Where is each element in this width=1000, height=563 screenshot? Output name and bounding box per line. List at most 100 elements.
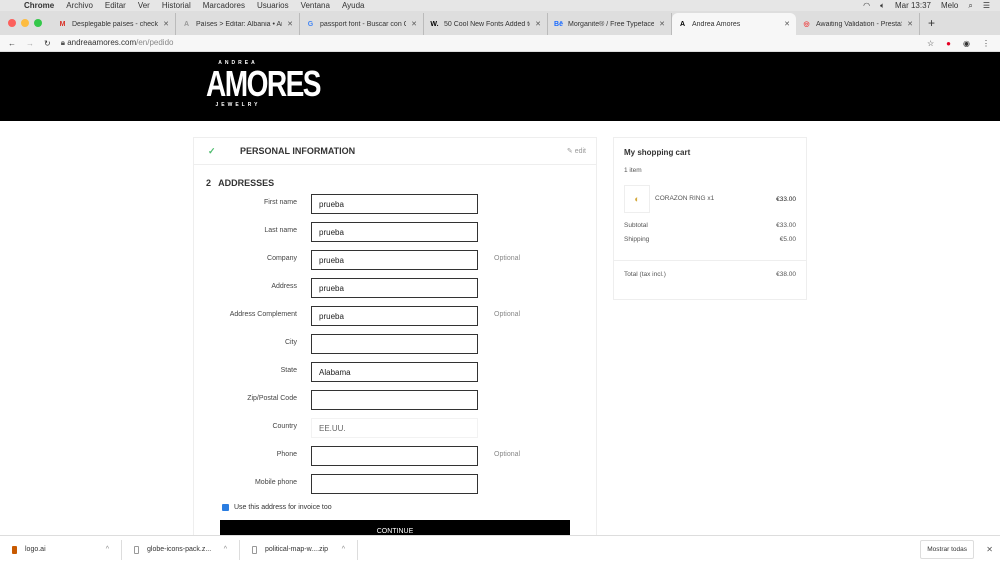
file-icon — [252, 545, 257, 554]
check-icon: ✓ — [208, 145, 216, 156]
company-input[interactable]: prueba — [311, 250, 478, 270]
browser-tab[interactable]: M Desplegable países - checkout ✕ — [52, 13, 176, 35]
close-tab-icon[interactable]: ✕ — [535, 20, 541, 28]
close-tab-icon[interactable]: ✕ — [907, 20, 913, 28]
downloads-bar: logo.ai ^ globe-icons-pack.z... ^ politica… — [0, 535, 1000, 563]
ring-thumbnail[interactable]: ◐ — [624, 185, 650, 213]
field-label: Company — [267, 255, 297, 262]
url-domain: andreaamores.com — [67, 38, 137, 47]
form-row: City — [194, 334, 598, 354]
addresses-title: 2 ADDRESSES — [206, 178, 275, 188]
browser-tab[interactable]: W. 50 Cool New Fonts Added to the ✕ — [424, 13, 548, 35]
close-tab-icon[interactable]: ✕ — [287, 20, 293, 28]
field-label: Address Complement — [229, 311, 297, 318]
tab-favicon-icon: Bē — [554, 20, 563, 28]
field-label: City — [284, 339, 297, 346]
reload-icon[interactable]: ↻ — [44, 39, 51, 48]
chrome-menu-icon[interactable]: ⋮ — [982, 39, 990, 48]
browser-tab[interactable]: Bē Morganite® / Free Typeface / 1 ✕ — [548, 13, 672, 35]
checkbox-checked[interactable] — [222, 504, 229, 511]
volume-icon[interactable]: 🔈︎ — [880, 1, 885, 11]
chevron-up-icon[interactable]: ^ — [106, 546, 109, 553]
chevron-up-icon[interactable]: ^ — [224, 546, 227, 553]
country-input[interactable]: EE.UU. — [311, 418, 478, 438]
mobile-phone-input[interactable] — [311, 474, 478, 494]
browser-tab[interactable]: A Países > Editar: Albania • Andrea ✕ — [176, 13, 300, 35]
form-row: First name prueba — [194, 194, 598, 214]
menu-ver[interactable]: Ver — [138, 1, 150, 10]
zip-postal-code-input[interactable] — [311, 390, 478, 410]
edit-button[interactable]: ✎ edit — [567, 147, 586, 155]
download-item[interactable]: logo.ai ^ — [0, 539, 122, 560]
close-window-button[interactable] — [8, 19, 16, 27]
menu-editar[interactable]: Editar — [105, 1, 126, 10]
user-name[interactable]: Melo — [941, 1, 958, 11]
subtotal-row: Subtotal €33.00 — [624, 222, 796, 229]
site-logo[interactable]: ANDREA AMORES JEWELRY — [197, 60, 321, 108]
menu-ventana[interactable]: Ventana — [301, 1, 330, 10]
show-all-button[interactable]: Mostrar todas — [920, 540, 974, 559]
close-tab-icon[interactable]: ✕ — [784, 20, 790, 28]
pinterest-extension-icon[interactable]: ● — [946, 39, 951, 48]
menu-archivo[interactable]: Archivo — [66, 1, 93, 10]
menu-historial[interactable]: Historial — [162, 1, 191, 10]
city-input[interactable] — [311, 334, 478, 354]
menu-list-icon[interactable]: ☰ — [983, 1, 990, 11]
field-label: Country — [272, 423, 297, 430]
total-row: Total (tax incl.) €38.00 — [624, 271, 796, 278]
menu-app[interactable]: Chrome — [24, 1, 54, 10]
bookmark-star-icon[interactable]: ☆ — [927, 39, 934, 48]
close-downloads-icon[interactable]: ✕ — [986, 545, 993, 554]
tab-favicon-icon: A — [679, 20, 686, 28]
shipping-label: Shipping — [624, 236, 650, 243]
form-row: Address Complement prueba Optional — [194, 306, 598, 326]
url-path: /en/pedido — [136, 38, 174, 47]
clock[interactable]: Mar 13:37 — [895, 1, 931, 11]
close-tab-icon[interactable]: ✕ — [163, 20, 169, 28]
address-complement-input[interactable]: prueba — [311, 306, 478, 326]
back-icon[interactable]: ← — [8, 39, 16, 48]
invoice-checkbox[interactable]: Use this address for invoice too — [222, 504, 332, 511]
search-icon[interactable]: ⌕ — [968, 1, 972, 11]
close-tab-icon[interactable]: ✕ — [411, 20, 417, 28]
tab-favicon-icon: M — [59, 20, 66, 28]
first-name-input[interactable]: prueba — [311, 194, 478, 214]
wifi-icon[interactable]: ◠ — [863, 1, 870, 11]
menu-usuarios[interactable]: Usuarios — [257, 1, 289, 10]
phone-input[interactable] — [311, 446, 478, 466]
menu-ayuda[interactable]: Ayuda — [342, 1, 365, 10]
extension-icon[interactable]: ◉ — [963, 39, 970, 48]
pencil-icon: ✎ — [566, 148, 575, 155]
form-row: Address prueba — [194, 278, 598, 298]
download-filename: logo.ai — [25, 546, 46, 553]
tab-title: passport font - Buscar con Google — [320, 20, 406, 28]
last-name-input[interactable]: prueba — [311, 222, 478, 242]
maximize-window-button[interactable] — [34, 19, 42, 27]
browser-tab[interactable]: Gpassport font - Buscar con Google ✕ — [300, 13, 424, 35]
minimize-window-button[interactable] — [21, 19, 29, 27]
download-item[interactable]: globe-icons-pack.z... ^ — [122, 539, 240, 560]
form-row: Mobile phone — [194, 474, 598, 494]
cart-title: My shopping cart — [624, 148, 691, 157]
chevron-up-icon[interactable]: ^ — [342, 546, 345, 553]
url-field[interactable]: 🔒︎ andreaamores.com/en/pedido — [61, 38, 174, 48]
state-input[interactable]: Alabama — [311, 362, 478, 382]
form-row: Last name prueba — [194, 222, 598, 242]
address-input[interactable]: prueba — [311, 278, 478, 298]
browser-tab[interactable]: A Andrea Amores ✕ — [672, 13, 796, 35]
tab-favicon-icon: ◎ — [803, 21, 810, 28]
forward-icon[interactable]: → — [26, 39, 34, 48]
close-tab-icon[interactable]: ✕ — [659, 20, 665, 28]
browser-tab[interactable]: ◎ Awaiting Validation - PrestaShop ✕ — [796, 13, 920, 35]
field-label: Zip/Postal Code — [247, 395, 297, 402]
cart-item: ◐ CORAZON RING x1 €33.00 — [624, 185, 796, 213]
download-item[interactable]: political-map-w....zip ^ — [240, 539, 358, 560]
tab-favicon-icon: A — [183, 20, 190, 28]
invoice-label: Use this address for invoice too — [234, 504, 332, 511]
new-tab-button[interactable]: + — [920, 16, 943, 35]
menu-marcadores[interactable]: Marcadores — [203, 1, 245, 10]
optional-label: Optional — [494, 451, 521, 458]
form-row: Country EE.UU. — [194, 418, 598, 438]
edit-label: edit — [574, 148, 586, 155]
tab-title: Desplegable países - checkout — [72, 20, 158, 28]
